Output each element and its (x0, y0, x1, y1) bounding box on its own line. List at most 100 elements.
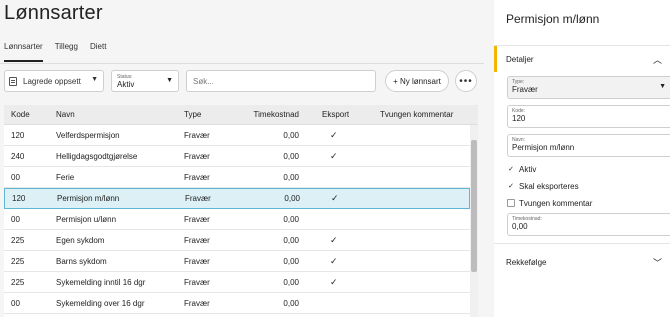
cell-type: Fravær (185, 194, 211, 203)
table-scrollbar[interactable] (470, 125, 478, 317)
kode-value: 120 (512, 114, 526, 123)
chevron-down-icon: ▼ (166, 77, 173, 84)
new-wage-type-button[interactable]: + Ny lønnsart (385, 70, 449, 92)
cell-type: Fravær (184, 172, 210, 182)
cell-type: Fravær (184, 277, 210, 287)
table-row[interactable]: 00 Ferie Fravær 0,00 (4, 167, 470, 188)
cell-timekostnad: 0,00 (284, 194, 300, 203)
section-accent (494, 46, 497, 72)
table-row[interactable]: 120 Velferdspermisjon Fravær 0,00 ✓ (4, 125, 470, 146)
cell-kode: 00 (11, 298, 20, 308)
header-eksport[interactable]: Eksport (322, 105, 349, 124)
cell-timekostnad: 0,00 (283, 256, 299, 266)
table-row[interactable]: 00 Permisjon u/lønn Fravær 0,00 (4, 209, 470, 230)
cell-eksport: ✓ (322, 251, 338, 271)
cell-timekostnad: 0,00 (283, 235, 299, 245)
checkbox-empty-icon (507, 199, 515, 207)
search-input[interactable] (186, 70, 376, 92)
cell-navn: Helligdagsgodtgjørelse (56, 151, 138, 161)
aktiv-label: Aktiv (519, 164, 537, 174)
aktiv-checkbox[interactable]: ✓ Aktiv (507, 163, 536, 175)
cell-kode: 120 (11, 130, 25, 140)
cell-eksport: ✓ (322, 146, 338, 166)
checkmark-icon: ✓ (330, 255, 338, 266)
table-row[interactable]: 225 Sykemelding inntil 16 dgr Fravær 0,00 ✓ (4, 272, 470, 293)
saved-views-label: Lagrede oppsett (23, 76, 81, 86)
checkmark-icon: ✓ (508, 166, 514, 173)
panel-divider-2 (494, 243, 670, 244)
chevron-down-icon: ▼ (91, 76, 98, 83)
cell-navn: Egen sykdom (56, 235, 105, 245)
cell-timekostnad: 0,00 (283, 151, 299, 161)
checkmark-icon: ✓ (508, 183, 514, 190)
checkmark-icon: ✓ (330, 129, 338, 140)
cell-timekostnad: 0,00 (283, 298, 299, 308)
scrollbar-thumb[interactable] (471, 140, 477, 272)
cell-kode: 240 (11, 151, 25, 161)
page-title: Lønnsarter (4, 2, 103, 24)
cell-timekostnad: 0,00 (283, 130, 299, 140)
cell-timekostnad: 0,00 (283, 214, 299, 224)
eksport-label: Skal eksporteres (519, 181, 579, 191)
navn-value: Permisjon m/lønn (512, 143, 575, 152)
chevron-up-icon: ︿ (652, 54, 662, 65)
cell-navn: Velferdspermisjon (56, 130, 120, 140)
wage-types-table: Kode Navn Type Timekostnad Eksport Tvung… (4, 105, 478, 317)
kode-field[interactable]: Kode: 120 (507, 105, 670, 128)
tvungen-kommentar-checkbox[interactable]: Tvungen kommentar (507, 197, 592, 209)
timekostnad-field[interactable]: Timekostnad: 0,00 (507, 213, 670, 236)
panel-title: Permisjon m/lønn (506, 12, 600, 26)
cell-kode: 225 (11, 277, 25, 287)
header-navn[interactable]: Navn (56, 105, 75, 124)
type-value: Fravær (512, 85, 538, 94)
table-row[interactable]: 120 Permisjon m/lønn Fravær 0,00 ✓ (4, 188, 470, 209)
saved-views-dropdown[interactable]: Lagrede oppsett ▼ (4, 70, 104, 92)
checkmark-icon: ✓ (331, 193, 339, 203)
cell-navn: Sykemelding over 16 dgr (56, 298, 145, 308)
cell-navn: Permisjon m/lønn (57, 194, 120, 203)
eksport-checkbox[interactable]: ✓ Skal eksporteres (507, 180, 579, 192)
tvungen-label: Tvungen kommentar (519, 198, 593, 208)
cell-timekostnad: 0,00 (283, 277, 299, 287)
cell-kode: 120 (12, 194, 26, 203)
section-details-header[interactable]: Detaljer ︿ (494, 46, 670, 72)
cell-eksport: ✓ (322, 125, 338, 145)
header-timekostnad[interactable]: Timekostnad (244, 105, 300, 124)
cell-kode: 225 (11, 235, 25, 245)
cell-navn: Ferie (56, 172, 75, 182)
timekostnad-value: 0,00 (512, 222, 528, 231)
chevron-down-icon: ▼ (659, 83, 666, 90)
chevron-down-icon: ﹀ (652, 257, 662, 268)
table-row[interactable]: 240 Helligdagsgodtgjørelse Fravær 0,00 ✓ (4, 146, 470, 167)
navn-field[interactable]: Navn: Permisjon m/lønn (507, 134, 670, 157)
table-header: Kode Navn Type Timekostnad Eksport Tvung… (4, 105, 478, 125)
main-area: Lønnsarter Lønnsarter Tillegg Diett Lagr… (0, 0, 484, 317)
cell-navn: Sykemelding inntil 16 dgr (56, 277, 146, 287)
cell-eksport: ✓ (322, 272, 338, 292)
header-tvungen-kommentar[interactable]: Tvungen kommentar (380, 105, 453, 124)
header-type[interactable]: Type (184, 105, 201, 124)
cell-type: Fravær (184, 298, 210, 308)
table-row[interactable]: 00 Sykemelding over 16 dgr Fravær 0,00 (4, 293, 470, 314)
cell-kode: 00 (11, 172, 20, 182)
section-rekkefolge-label: Rekkefølge (506, 257, 547, 267)
section-details-label: Detaljer (506, 54, 534, 64)
table-row[interactable]: 225 Barns sykdom Fravær 0,00 ✓ (4, 251, 470, 272)
cell-timekostnad: 0,00 (283, 172, 299, 182)
checkmark-icon: ✓ (330, 276, 338, 287)
checkmark-icon: ✓ (330, 150, 338, 161)
cell-navn: Barns sykdom (56, 256, 107, 266)
cell-type: Fravær (184, 130, 210, 140)
type-select[interactable]: Type: Fravær ▼ (507, 76, 670, 99)
tab-lonnsarter[interactable]: Lønnsarter (4, 40, 43, 62)
cell-type: Fravær (184, 214, 210, 224)
header-kode[interactable]: Kode (11, 105, 30, 124)
more-options-button[interactable]: ••• (455, 70, 477, 92)
section-rekkefolge-header[interactable]: Rekkefølge ﹀ (494, 249, 670, 275)
tab-diett[interactable]: Diett (90, 40, 106, 62)
tab-tillegg[interactable]: Tillegg (55, 40, 78, 62)
status-select[interactable]: Status: Aktiv ▼ (111, 70, 179, 92)
table-row[interactable]: 225 Egen sykdom Fravær 0,00 ✓ (4, 230, 470, 251)
cell-type: Fravær (184, 256, 210, 266)
detail-panel: Permisjon m/lønn Detaljer ︿ Type: Fravær… (494, 0, 670, 317)
